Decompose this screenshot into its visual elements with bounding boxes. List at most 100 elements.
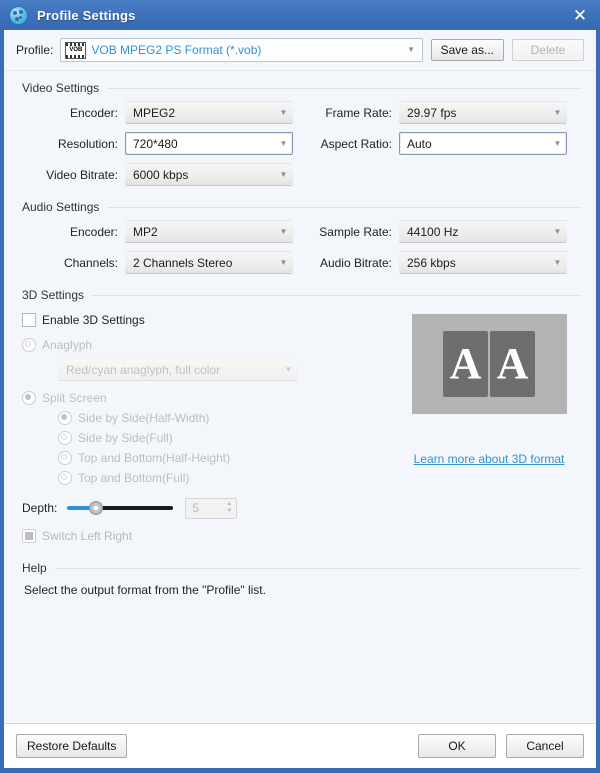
option-label: Side by Side(Full) — [78, 431, 173, 445]
depth-stepper: 5 ▲ ▼ — [185, 497, 238, 519]
checkbox-icon — [22, 312, 36, 327]
dialog-body: Profile: VOB VOB MPEG2 PS Format (*.vob)… — [4, 30, 596, 723]
settings-content: Video Settings Encoder: MPEG2 ▼ Resoluti… — [4, 71, 596, 723]
resolution-select[interactable]: 720*480 ▼ — [125, 132, 293, 155]
preview-right-eye: A — [490, 331, 535, 397]
preview-left-eye: A — [443, 331, 488, 397]
restore-defaults-button[interactable]: Restore Defaults — [16, 734, 128, 758]
switch-left-right-label: Switch Left Right — [42, 528, 133, 543]
three-d-controls: Enable 3D Settings Anaglyph Red/cyan ana… — [18, 308, 396, 551]
chevron-down-icon: ▼ — [553, 226, 562, 236]
anaglyph-label: Anaglyph — [42, 338, 93, 352]
divider — [54, 567, 582, 569]
depth-label: Depth: — [22, 501, 58, 515]
option-label: Top and Bottom(Full) — [78, 471, 190, 485]
aspect-ratio-select[interactable]: Auto ▼ — [399, 132, 567, 155]
field-label: Frame Rate: — [325, 105, 392, 120]
profile-selected-value: VOB MPEG2 PS Format (*.vob) — [91, 43, 262, 57]
anaglyph-select-wrap: Red/cyan anaglyph, full color ▼ — [58, 358, 396, 381]
value: 6000 kbps — [133, 167, 189, 182]
three-d-settings-title: 3D Settings — [22, 288, 85, 302]
value: 44100 Hz — [407, 224, 459, 239]
field-label: Aspect Ratio: — [320, 136, 392, 151]
field-label: Encoder: — [69, 105, 118, 120]
chevron-down-icon: ▼ — [553, 257, 562, 267]
split-option-top-bottom-half: Top and Bottom(Half-Height) — [58, 448, 396, 468]
slider-track — [97, 506, 174, 510]
video-encoder-select[interactable]: MPEG2 ▼ — [125, 101, 293, 124]
page-title: Profile Settings — [37, 7, 136, 23]
sample-rate-select[interactable]: 44100 Hz ▼ — [399, 220, 567, 243]
audio-settings-title: Audio Settings — [22, 200, 100, 214]
profile-settings-dialog: Profile Settings ✕ Profile: VOB VOB MPEG… — [0, 0, 600, 773]
field-audio-encoder: Encoder: MP2 ▼ — [18, 220, 300, 243]
video-bitrate-select[interactable]: 6000 kbps ▼ — [125, 163, 293, 186]
chevron-down-icon: ▼ — [553, 107, 562, 117]
help-header: Help — [18, 561, 582, 575]
close-icon[interactable]: ✕ — [567, 3, 593, 27]
delete-button: Delete — [512, 39, 584, 61]
field-resolution: Resolution: 720*480 ▼ — [18, 132, 300, 155]
three-d-body: Enable 3D Settings Anaglyph Red/cyan ana… — [18, 308, 582, 551]
field-label: Video Bitrate: — [46, 167, 118, 182]
field-sample-rate: Sample Rate: 44100 Hz ▼ — [300, 220, 582, 243]
audio-settings-grid: Encoder: MP2 ▼ Channels: 2 Channels Ster… — [18, 220, 582, 282]
field-label: Channels: — [63, 255, 118, 270]
split-screen-radio-row: Split Screen — [22, 388, 396, 408]
split-option-side-by-side-half: Side by Side(Half-Width) — [58, 408, 396, 428]
chevron-down-icon: ▼ — [279, 138, 288, 148]
learn-more-link[interactable]: Learn more about 3D format — [414, 452, 565, 466]
radio-icon — [22, 338, 36, 352]
slider-handle[interactable] — [89, 501, 104, 515]
value: 2 Channels Stereo — [133, 255, 233, 270]
option-label: Side by Side(Half-Width) — [78, 411, 210, 425]
field-label: Resolution: — [57, 136, 118, 151]
help-title: Help — [22, 561, 47, 575]
field-video-bitrate: Video Bitrate: 6000 kbps ▼ — [18, 163, 300, 186]
split-screen-label: Split Screen — [42, 391, 107, 405]
three-d-preview: A A — [411, 314, 567, 414]
chevron-down-icon: ▼ — [279, 226, 288, 236]
channels-select[interactable]: 2 Channels Stereo ▼ — [125, 251, 293, 274]
three-d-settings-header: 3D Settings — [18, 288, 582, 302]
audio-encoder-select[interactable]: MP2 ▼ — [125, 220, 293, 243]
field-label: Sample Rate: — [319, 224, 392, 239]
cancel-button[interactable]: Cancel — [506, 734, 584, 758]
three-d-preview-area: A A Learn more about 3D format — [396, 308, 582, 551]
profile-select[interactable]: VOB VOB MPEG2 PS Format (*.vob) ▼ — [60, 38, 423, 62]
checkbox-icon — [22, 528, 36, 543]
video-settings-header: Video Settings — [18, 81, 582, 95]
radio-icon — [58, 471, 72, 485]
audio-bitrate-select[interactable]: 256 kbps ▼ — [399, 251, 567, 274]
split-option-side-by-side-full: Side by Side(Full) — [58, 428, 396, 448]
dialog-footer: Restore Defaults OK Cancel — [4, 723, 596, 768]
field-frame-rate: Frame Rate: 29.97 fps ▼ — [300, 101, 582, 124]
field-audio-bitrate: Audio Bitrate: 256 kbps ▼ — [300, 251, 582, 274]
save-as-button[interactable]: Save as... — [430, 39, 504, 61]
title-bar: Profile Settings ✕ — [0, 0, 600, 30]
video-settings-title: Video Settings — [22, 81, 100, 95]
switch-left-right-row: Switch Left Right — [22, 526, 396, 545]
value: 720*480 — [133, 136, 178, 151]
value: MP2 — [133, 224, 158, 239]
radio-icon — [58, 411, 72, 425]
chevron-down-icon: ▼ — [407, 45, 416, 54]
chevron-down-icon: ▼ — [279, 107, 288, 117]
option-label: Top and Bottom(Half-Height) — [78, 451, 231, 465]
depth-slider[interactable] — [67, 501, 174, 515]
divider — [107, 87, 582, 89]
value: 256 kbps — [407, 255, 456, 270]
enable-3d-checkbox-row[interactable]: Enable 3D Settings — [22, 310, 396, 329]
frame-rate-select[interactable]: 29.97 fps ▼ — [399, 101, 567, 124]
radio-icon — [58, 451, 72, 465]
ok-button[interactable]: OK — [418, 734, 496, 758]
depth-control-row: Depth: 5 ▲ ▼ — [22, 496, 396, 520]
depth-value: 5 — [192, 501, 200, 515]
field-video-encoder: Encoder: MPEG2 ▼ — [18, 101, 300, 124]
profile-label: Profile: — [16, 43, 54, 57]
profile-bar: Profile: VOB VOB MPEG2 PS Format (*.vob)… — [4, 30, 596, 71]
video-settings-grid: Encoder: MPEG2 ▼ Resolution: 720*480 ▼ V… — [18, 101, 582, 194]
chevron-down-icon: ▼ — [279, 257, 288, 267]
field-aspect-ratio: Aspect Ratio: Auto ▼ — [300, 132, 582, 155]
